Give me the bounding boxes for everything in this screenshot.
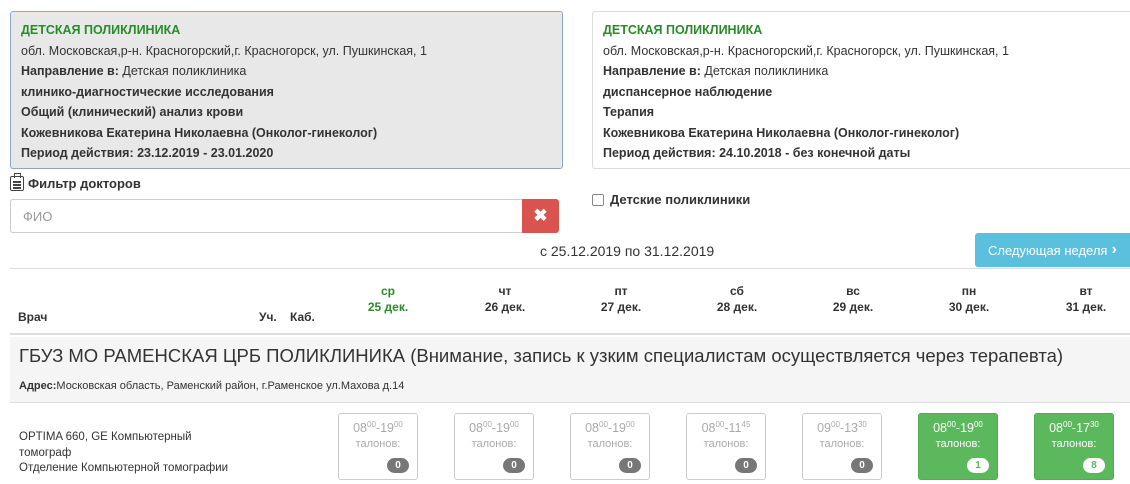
referral-card-2[interactable]: ДЕТСКАЯ ПОЛИКЛИНИКА обл. Московская,р-н.… (592, 11, 1130, 169)
table-header: Врач Уч. Каб. ср 25 дек. чт 26 дек. пт 2… (10, 269, 1130, 335)
day-header: вс 29 дек. (813, 283, 893, 315)
referral-address: обл. Московская,р-н. Красногорский,г. Кр… (21, 43, 427, 58)
slot-tickets-label: талонов: (819, 438, 865, 450)
referral-doctor: Кожевникова Екатерина Николаевна (Онколо… (21, 125, 378, 140)
address-value: Московская область, Раменский район, г.Р… (56, 380, 405, 392)
slot-count-badge: 8 (1083, 458, 1105, 473)
day-date: 29 дек. (832, 300, 874, 314)
slot-time: 0800-1900 (933, 420, 983, 435)
checkbox-box[interactable] (592, 193, 604, 206)
day-date: 28 дек. (716, 300, 758, 314)
slot-count-badge: 0 (735, 458, 757, 473)
direction-value: Детская поликлиника (118, 64, 247, 78)
slot-count-badge: 0 (503, 458, 525, 473)
schedule-slot-available[interactable]: 0800-1730 талонов: 8 (1034, 413, 1114, 480)
schedule-slot-available[interactable]: 0800-1900 талонов: 1 (918, 413, 998, 480)
slot-tickets-label: талонов: (1051, 438, 1097, 450)
direction-value: Детская поликлиника (700, 64, 829, 78)
referral-org: ДЕТСКАЯ ПОЛИКЛИНИКА (603, 23, 763, 37)
referral-doctor: Кожевникова Екатерина Николаевна (Онколо… (603, 125, 960, 140)
clipboard-icon (10, 173, 24, 191)
close-icon: ✖ (533, 206, 548, 225)
fio-search-input[interactable] (10, 199, 522, 233)
col-doctor: Врач (18, 310, 48, 324)
slot-tickets-label: талонов: (355, 438, 401, 450)
schedule-table: Врач Уч. Каб. ср 25 дек. чт 26 дек. пт 2… (10, 268, 1130, 484)
referral-service: Общий (клинический) анализ крови (21, 105, 244, 119)
day-header: вт 31 дек. (1046, 283, 1126, 315)
referral-card-1[interactable]: ДЕТСКАЯ ПОЛИКЛИНИКА обл. Московская,р-н.… (10, 11, 563, 169)
day-name: сб (730, 284, 744, 298)
slot-count-badge: 0 (851, 458, 873, 473)
slot-tickets-label: талонов: (471, 438, 517, 450)
slot-tickets-label: талонов: (935, 438, 981, 450)
day-header: пт 27 дек. (581, 283, 661, 315)
schedule-slot[interactable]: 0800-1900 талонов: 0 (454, 413, 534, 480)
address-label: Адрес: (19, 380, 57, 392)
doctor-filter-label: Фильтр докторов (28, 176, 141, 191)
doctor-department: Отделение Компьютерной томографии (19, 462, 229, 474)
slot-time: 0800-1900 (353, 420, 403, 435)
day-name: вт (1079, 284, 1093, 298)
clinic-address: Адрес:Московская область, Раменский райо… (19, 380, 404, 392)
col-kab: Каб. (290, 310, 315, 324)
day-name: пт (614, 284, 628, 298)
day-date: 25 дек. (367, 300, 409, 314)
slot-time: 0800-1145 (701, 420, 751, 435)
week-range: с 25.12.2019 по 31.12.2019 (540, 243, 715, 259)
direction-label: Направление в: (603, 64, 701, 78)
referral-type: диспансерное наблюдение (603, 84, 773, 99)
chevron-right-icon: › (1111, 241, 1117, 258)
day-name: пн (961, 284, 977, 298)
next-week-label: Следующая неделя (988, 242, 1108, 258)
schedule-slot[interactable]: 0900-1330 талонов: 0 (802, 413, 882, 480)
referral-direction: Направление в: Детская поликлиника (603, 61, 1122, 82)
clear-filter-button[interactable]: ✖ (522, 199, 559, 233)
next-week-button[interactable]: Следующая неделя › (975, 233, 1130, 267)
day-name: чт (498, 284, 512, 298)
referral-direction: Направление в: Детская поликлиника (21, 61, 552, 82)
child-clinics-checkbox[interactable]: Детские поликлиники (592, 192, 750, 207)
child-clinics-label: Детские поликлиники (610, 192, 751, 207)
referral-service: Терапия (603, 105, 655, 119)
schedule-slot[interactable]: 0800-1900 талонов: 0 (338, 413, 418, 480)
clinic-section: ГБУЗ МО РАМЕНСКАЯ ЦРБ ПОЛИКЛИНИКА (Внима… (10, 337, 1130, 403)
doctor-device: OPTIMA 660, GE Компьютерный томограф (19, 431, 192, 459)
slot-time: 0800-1900 (585, 420, 635, 435)
slot-tickets-label: талонов: (703, 438, 749, 450)
slot-count-badge: 0 (387, 458, 409, 473)
slot-tickets-label: талонов: (587, 438, 633, 450)
clinic-name: ГБУЗ МО РАМЕНСКАЯ ЦРБ ПОЛИКЛИНИКА (Внима… (19, 345, 1064, 366)
day-header: пн 30 дек. (929, 283, 1009, 315)
doctor-filter-title: Фильтр докторов (10, 173, 141, 191)
day-name: ср (380, 284, 395, 298)
day-date: 31 дек. (1065, 300, 1107, 314)
schedule-slot[interactable]: 0800-1145 талонов: 0 (686, 413, 766, 480)
col-uch: Уч. (259, 310, 277, 324)
day-header: ср 25 дек. (348, 283, 428, 315)
referral-address: обл. Московская,р-н. Красногорский,г. Кр… (603, 43, 1009, 58)
slot-time: 0800-1730 (1049, 420, 1099, 435)
referral-org: ДЕТСКАЯ ПОЛИКЛИНИКА (21, 23, 181, 37)
slot-time: 0900-1330 (817, 420, 867, 435)
day-date: 30 дек. (948, 300, 990, 314)
direction-label: Направление в: (21, 64, 119, 78)
day-name: вс (846, 284, 860, 298)
day-date: 26 дек. (484, 300, 526, 314)
slot-time: 0800-1900 (469, 420, 519, 435)
referral-type: клинико-диагностические исследования (21, 84, 274, 99)
day-date: 27 дек. (600, 300, 642, 314)
slot-count-badge: 1 (967, 458, 989, 473)
slot-count-badge: 0 (619, 458, 641, 473)
schedule-slot[interactable]: 0800-1900 талонов: 0 (570, 413, 650, 480)
day-header: чт 26 дек. (465, 283, 545, 315)
doctor-info[interactable]: OPTIMA 660, GE Компьютерный томограф Отд… (19, 430, 239, 477)
referral-period: Период действия: 23.12.2019 - 23.01.2020 (21, 146, 274, 160)
referral-period: Период действия: 24.10.2018 - без конечн… (603, 146, 911, 160)
day-header: сб 28 дек. (697, 283, 777, 315)
